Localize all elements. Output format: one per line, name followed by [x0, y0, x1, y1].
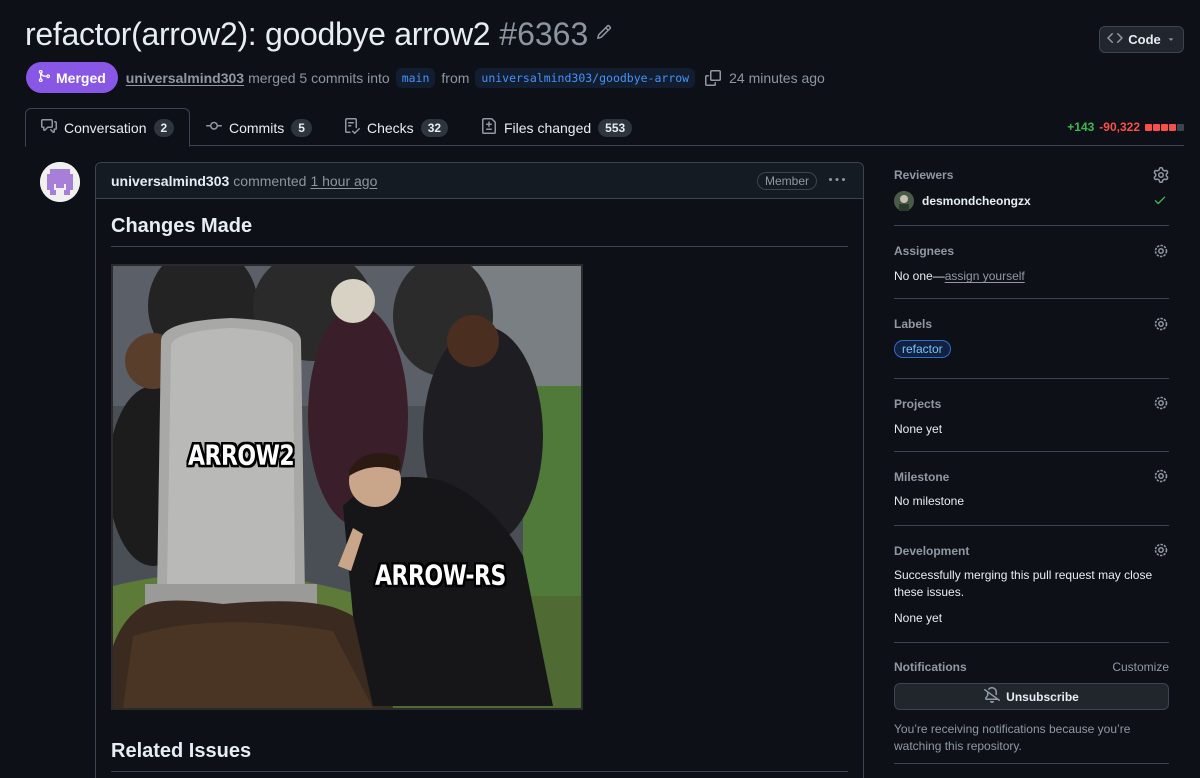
meme-image[interactable]: ARROW2 ARROW-RS — [111, 264, 583, 710]
caret-down-icon — [1166, 32, 1176, 47]
copy-icon[interactable] — [705, 69, 722, 86]
reviewer-item[interactable]: desmondcheongzx — [894, 191, 1031, 211]
file-diff-icon — [481, 118, 497, 137]
status-badge: Merged — [26, 62, 118, 93]
base-branch[interactable]: main — [395, 67, 436, 88]
labels-title[interactable]: Labels — [894, 317, 932, 331]
reviewer-name: desmondcheongzx — [922, 194, 1031, 208]
label-pill[interactable]: refactor — [894, 340, 951, 358]
merge-icon — [37, 69, 51, 86]
tab-commits[interactable]: Commits 5 — [191, 108, 327, 147]
tab-label: Checks — [367, 119, 414, 136]
comment-time[interactable]: 1 hour ago — [310, 173, 377, 189]
gear-icon[interactable] — [1153, 395, 1169, 416]
tab-files-changed[interactable]: Files changed 553 — [466, 108, 647, 147]
changes-heading: Changes Made — [111, 215, 848, 247]
author-link[interactable]: universalmind303 — [126, 70, 244, 86]
assign-yourself-link[interactable]: assign yourself — [945, 269, 1025, 283]
milestone-section: Milestone No milestone — [894, 452, 1169, 526]
commit-icon — [206, 118, 222, 137]
tab-counter: 2 — [153, 118, 175, 137]
reviewers-title[interactable]: Reviewers — [894, 168, 953, 182]
tab-conversation[interactable]: Conversation 2 — [25, 108, 190, 147]
reviewer-avatar — [894, 191, 914, 211]
page-title: refactor(arrow2): goodbye arrow2 — [25, 16, 491, 52]
tab-counter: 32 — [420, 118, 449, 137]
member-badge: Member — [756, 172, 817, 190]
meme-caption-tombstone: ARROW2 — [188, 440, 295, 473]
development-value: None yet — [894, 611, 943, 625]
code-button-label: Code — [1128, 32, 1161, 47]
projects-title[interactable]: Projects — [894, 397, 941, 411]
assignees-title[interactable]: Assignees — [894, 244, 954, 258]
merge-time: 24 minutes ago — [729, 69, 825, 86]
assignees-none: No one— — [894, 269, 945, 283]
tab-checks[interactable]: Checks 32 — [329, 108, 463, 147]
gear-icon[interactable] — [1153, 167, 1169, 188]
pencil-icon[interactable] — [596, 24, 612, 45]
labels-section: Labels refactor — [894, 299, 1169, 379]
projects-value: None yet — [894, 422, 943, 436]
status-label: Merged — [56, 69, 106, 86]
pr-number: #6363 — [499, 16, 589, 52]
notifications-section: Notifications Customize Unsubscribe You’… — [894, 643, 1169, 764]
deletions-count: -90,322 — [1099, 120, 1140, 134]
comment-box: universalmind303 commented 1 hour ago Me… — [95, 162, 864, 778]
comment-author[interactable]: universalmind303 — [111, 173, 229, 189]
from-text: from — [441, 69, 470, 86]
code-icon — [1107, 30, 1123, 49]
comment-header: universalmind303 commented 1 hour ago Me… — [96, 163, 863, 199]
pr-title-row: refactor(arrow2): goodbye arrow2 #6363 — [25, 16, 612, 53]
notifications-title: Notifications — [894, 660, 967, 674]
comment-action: commented — [233, 172, 307, 189]
avatar[interactable] — [40, 162, 80, 202]
development-text: Successfully merging this pull request m… — [894, 568, 1153, 599]
unsubscribe-label: Unsubscribe — [1006, 689, 1079, 704]
assignees-value: No one—assign yourself — [894, 269, 1025, 283]
tab-counter: 553 — [598, 118, 633, 137]
tab-counter: 5 — [291, 118, 312, 137]
reviewers-section: Reviewers desmondcheongzx — [894, 162, 1169, 226]
tab-label: Conversation — [64, 119, 147, 136]
pr-tabs: Conversation 2 Commits 5 Checks 32 Files… — [25, 108, 1184, 147]
additions-count: +143 — [1067, 120, 1095, 134]
bell-slash-icon — [984, 686, 1001, 706]
gear-icon[interactable] — [1153, 316, 1169, 337]
comment-body: Changes Made ARROW2 ARROW-RS Related Iss… — [96, 199, 863, 778]
kebab-horizontal-icon[interactable] — [829, 172, 845, 191]
projects-section: Projects None yet — [894, 379, 1169, 452]
diffstat: +143 -90,322 — [1067, 120, 1184, 134]
sidebar: Reviewers desmondcheongzx Assignees No o… — [894, 162, 1169, 764]
gear-icon[interactable] — [1153, 243, 1169, 264]
tab-label: Files changed — [504, 119, 592, 136]
meme-caption-person: ARROW-RS — [375, 560, 506, 593]
check-icon — [1153, 193, 1167, 212]
pr-meta: Merged universalmind303 merged 5 commits… — [26, 62, 825, 93]
milestone-title[interactable]: Milestone — [894, 470, 949, 484]
notifications-note: You’re receiving notifications because y… — [894, 722, 1131, 753]
assignees-section: Assignees No one—assign yourself — [894, 226, 1169, 299]
gear-icon[interactable] — [1153, 468, 1169, 489]
development-title[interactable]: Development — [894, 544, 969, 558]
milestone-value: No milestone — [894, 494, 965, 508]
customize-link[interactable]: Customize — [1112, 660, 1169, 674]
tab-label: Commits — [229, 119, 285, 136]
head-branch[interactable]: universalmind303/goodbye-arrow — [475, 67, 696, 88]
checklist-icon — [344, 118, 361, 137]
comment-discussion-icon — [41, 118, 57, 137]
unsubscribe-button[interactable]: Unsubscribe — [894, 683, 1169, 710]
related-issues-heading: Related Issues — [111, 740, 848, 772]
merge-action-text: merged 5 commits into — [248, 69, 390, 86]
diffstat-blocks — [1145, 123, 1184, 131]
gear-icon[interactable] — [1153, 542, 1169, 563]
code-button[interactable]: Code — [1099, 26, 1184, 53]
development-section: Development Successfully merging this pu… — [894, 526, 1169, 643]
